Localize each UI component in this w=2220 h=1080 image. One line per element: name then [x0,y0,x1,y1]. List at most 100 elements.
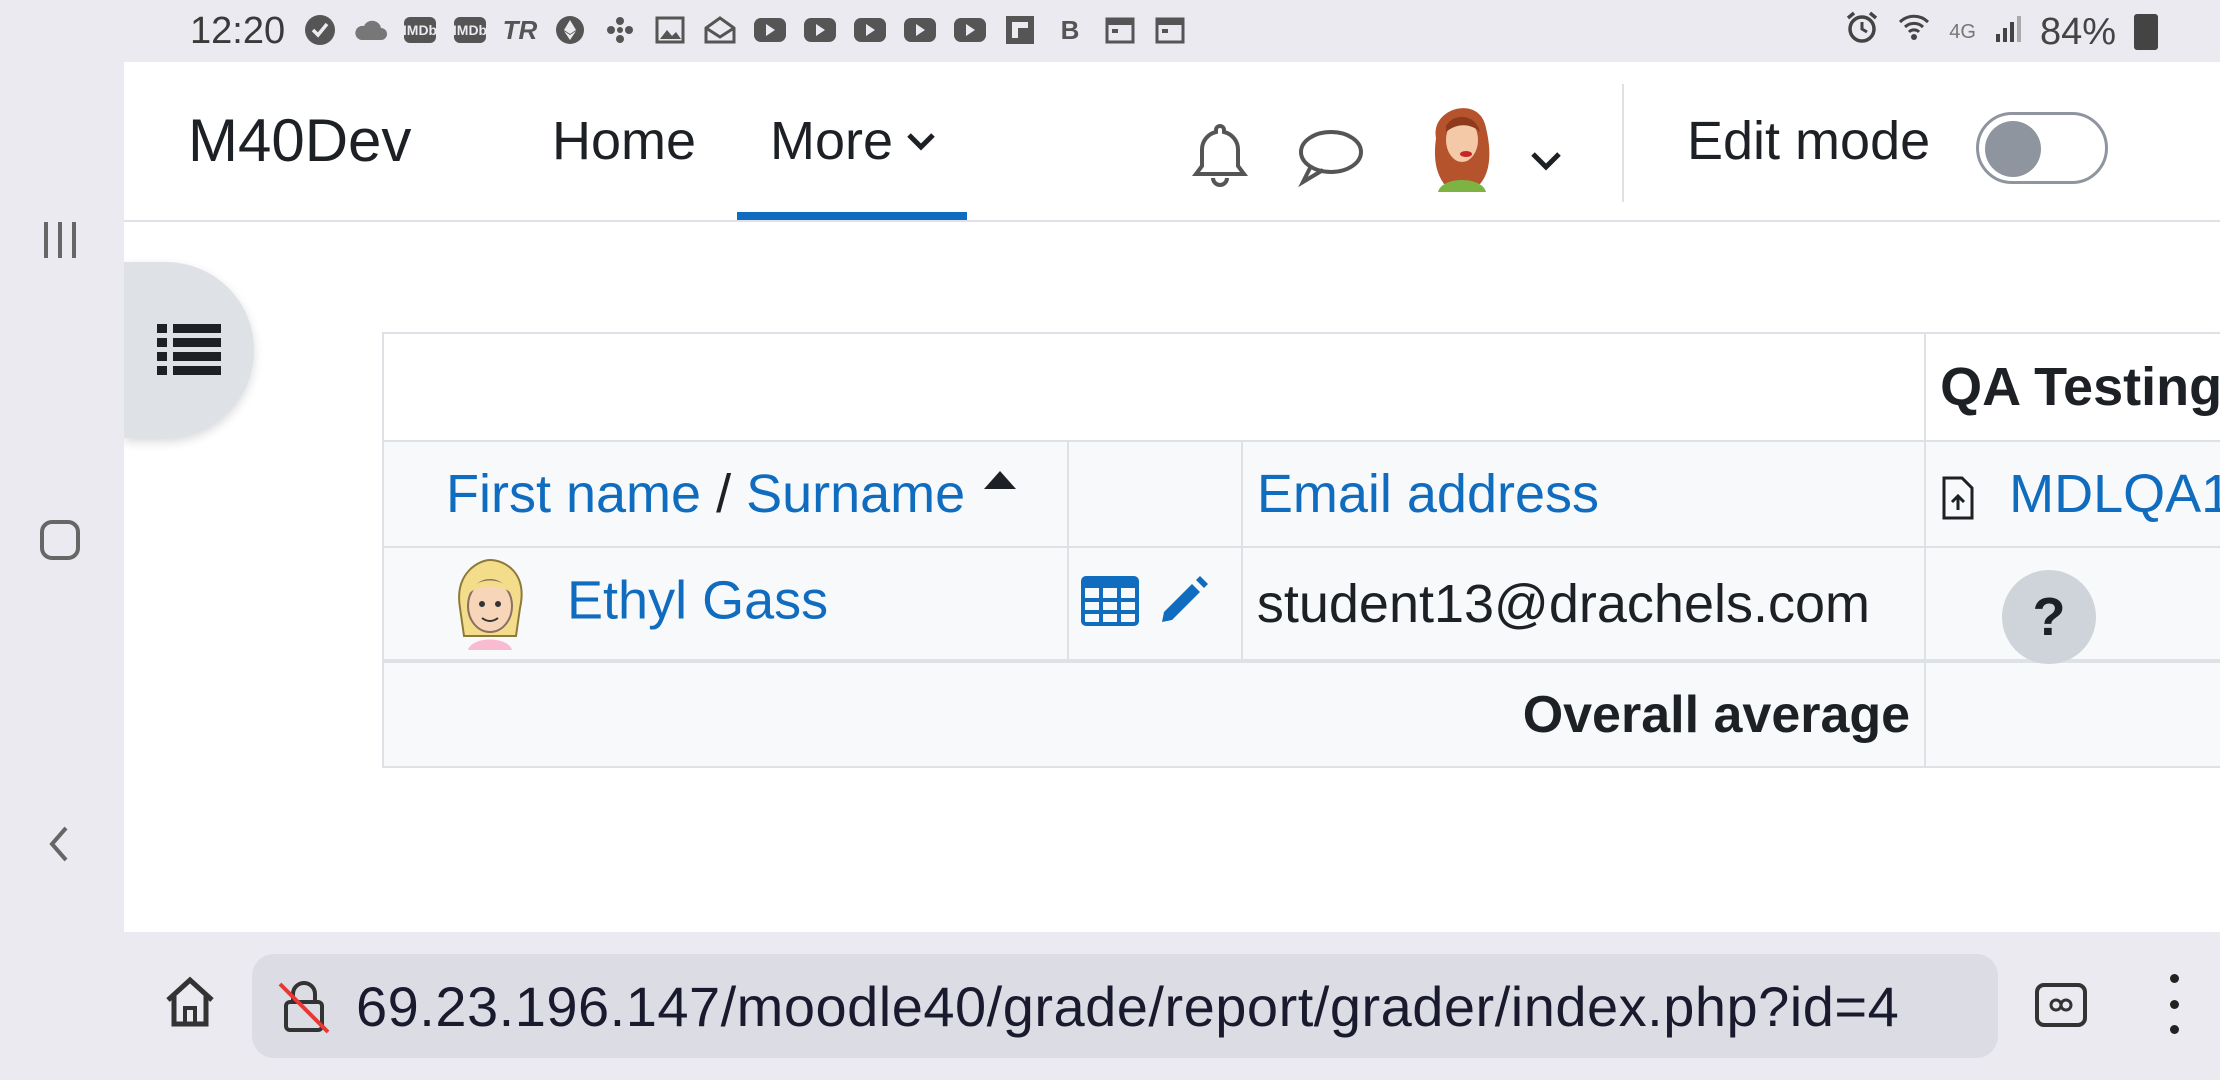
student-name-cell: Ethyl Gass [381,546,1070,662]
student-avatar-image [458,558,523,650]
table-icon [1081,576,1140,626]
imdb-icon: IMDb [452,12,488,48]
sort-ascending-icon [984,471,1017,489]
overall-average-row: Overall average [381,659,2220,768]
tabs-button[interactable] [2034,982,2088,1028]
edit-mode-toggle[interactable] [1976,112,2108,184]
help-button[interactable]: ? [2002,570,2096,664]
sort-email-link[interactable]: Email address [1257,464,1599,524]
chat-bubble-icon [1298,130,1363,188]
toggle-knob [1985,121,2041,177]
edit-mode-label: Edit mode [1687,111,1931,171]
bell-icon [1192,123,1248,187]
recent-apps-button[interactable] [30,210,90,270]
url-bar[interactable]: 69.23.196.147/moodle40/grade/report/grad… [252,954,1998,1058]
notification-icons: IMDb IMDb TR B [302,12,1188,48]
email-column-header: Email address [1240,440,1927,548]
menu-dot [2169,999,2179,1009]
top-navbar: M40Dev Home More Edit mode [124,62,2220,222]
calendar-icon [1102,12,1138,48]
assignment-upload-icon [1942,476,1974,520]
mail-icon [702,12,738,48]
column-header-row: First name / Surname Email address MDLQA… [381,440,2220,548]
overall-average-value [1924,659,2220,768]
tabs-icon [2035,983,2087,1027]
browser-home-button[interactable] [160,972,220,1032]
signal-icon [1994,11,2022,54]
category-header-row: QA Testing [381,332,2220,442]
name-column-header: First name / Surname [381,440,1070,548]
system-nav-rail [0,62,124,932]
chevron-down-icon [1531,152,1561,171]
youtube-icon [802,12,838,48]
browser-toolbar: 69.23.196.147/moodle40/grade/report/grad… [0,932,2220,1080]
not-secure-lock-icon[interactable] [276,978,332,1034]
ethereum-icon [552,12,588,48]
site-brand[interactable]: M40Dev [188,106,411,175]
home-icon [166,976,214,1027]
flipboard-icon [1002,12,1038,48]
name-separator: / [701,464,747,524]
check-circle-icon [302,12,338,48]
actions-column-header [1067,440,1243,548]
active-tab-indicator [737,212,967,220]
grade-item-link[interactable]: MDLQA1 [2009,464,2220,524]
moodle-page: M40Dev Home More Edit mode QA Testing Fi… [124,62,2220,932]
sort-first-name-link[interactable]: First name [446,464,701,524]
tr-icon: TR [502,14,538,45]
user-avatar-image [1434,108,1490,192]
user-avatar[interactable] [1420,98,1504,192]
pencil-icon [1161,576,1208,622]
home-square-icon [40,520,80,560]
student-email: student13@drachels.com [1240,546,1927,662]
navbar-divider [1622,84,1624,202]
url-text: 69.23.196.147/moodle40/grade/report/grad… [356,975,1900,1038]
browser-menu-button[interactable] [2152,974,2196,1034]
status-bar: 12:20 IMDb IMDb TR B 4G 84% [0,0,2220,62]
notifications-button[interactable] [1180,116,1260,196]
youtube-icon [852,12,888,48]
course-index-drawer-toggle[interactable] [124,262,254,438]
cloud-icon [352,12,388,48]
single-view-button[interactable] [1081,576,1140,631]
imdb-icon: IMDb [402,12,438,48]
menu-dot [2169,974,2179,983]
student-name-link[interactable]: Ethyl Gass [567,570,828,630]
alarm-icon [1845,10,1879,54]
edit-grades-button[interactable] [1156,574,1210,633]
user-menu-toggle[interactable] [1524,140,1568,180]
menu-dot [2169,1025,2179,1034]
messages-button[interactable] [1290,120,1370,192]
grade-item-header: MDLQA1 [1924,440,2220,548]
battery-icon [2134,14,2158,50]
table-row: Ethyl Gass student13@drachels.com [381,546,2220,662]
grader-report-table: QA Testing First name / Surname Email ad… [381,332,2220,768]
student-actions-cell [1067,546,1243,662]
4g-icon: 4G [1949,20,1976,43]
sort-surname-link[interactable]: Surname [746,464,965,524]
battery-percent: 84% [2039,10,2116,53]
student-avatar[interactable] [454,558,526,650]
nav-more-label: More [770,111,894,171]
home-nav-button[interactable] [30,510,90,570]
youtube-icon [952,12,988,48]
back-chevron-icon [49,826,68,862]
youtube-icon [902,12,938,48]
status-right: 4G 84% [1845,10,2158,54]
chevron-down-icon [907,133,935,151]
back-nav-button[interactable] [30,814,90,874]
nav-more-menu[interactable]: More [770,110,937,172]
category-title: QA Testing [1924,332,2220,442]
status-time: 12:20 [190,10,286,52]
youtube-icon [752,12,788,48]
overall-average-label: Overall average [381,659,1927,768]
bold-b-icon: B [1060,14,1080,45]
list-icon [157,324,221,375]
nav-home-link[interactable]: Home [552,110,696,172]
recent-apps-icon [44,222,76,258]
empty-header-cell [381,332,1927,442]
url-fade [1938,954,1998,1058]
wifi-icon [1897,10,1931,54]
calendar-icon [1152,12,1188,48]
image-icon [652,12,688,48]
